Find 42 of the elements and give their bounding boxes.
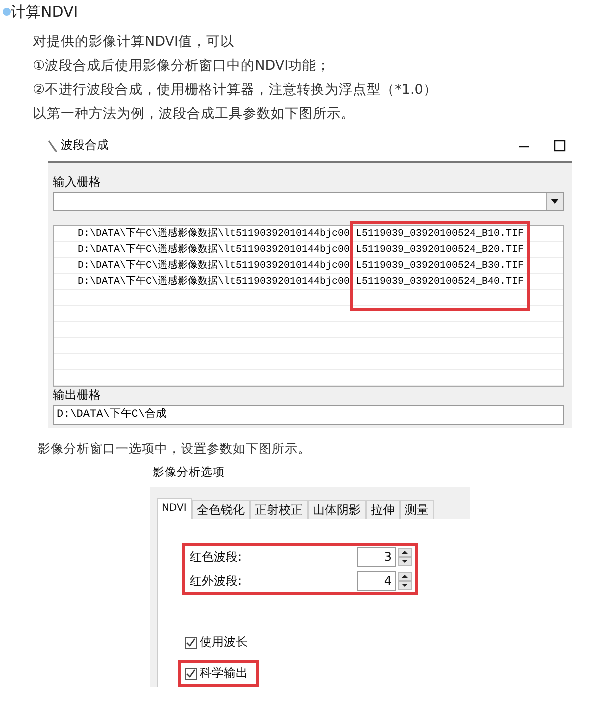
paragraph: 对提供的影像计算NDVI值，可以 [33,33,236,52]
checkbox-label: 科学输出 [200,665,248,682]
input-dropdown[interactable] [53,192,564,211]
tab[interactable]: 全色锐化 [192,500,250,519]
file-name-text: L5119039_03920100524_B10.TIF [355,228,526,242]
spinner-arrows-icon[interactable] [398,548,412,566]
maximize-icon[interactable] [554,140,566,152]
tab[interactable]: NDVI [157,498,192,519]
paragraph: ②不进行波段合成，使用栅格计算器，注意转换为浮点型（*1.0） [33,81,438,100]
bullet-icon [3,8,11,16]
pen-icon [48,138,58,152]
window-title: 波段合成 [61,137,110,154]
file-name-text: L5119039_03920100524_B40.TIF [355,276,526,290]
folder-path-text: D:\DATA\下午C\遥感影像数据\lt51190392010144bjc00 [78,275,350,290]
heading: 计算NDVI [11,2,78,22]
caret-icon [551,199,559,204]
number-field[interactable]: 4 [357,571,396,591]
output-field[interactable]: D:\DATA\下午C\合成 [53,405,564,425]
folder-path-text: D:\DATA\下午C\遥感影像数据\lt51190392010144bjc00 [78,227,350,242]
paragraph: 以第一种方法为例，波段合成工具参数如下图所示。 [33,105,356,124]
checkbox[interactable] [185,668,197,680]
field-label: 红色波段: [190,548,244,566]
folder-path-text: D:\DATA\下午C\遥感影像数据\lt51190392010144bjc00 [78,259,350,274]
checkbox-label: 使用波长 [200,634,248,651]
tab[interactable]: 正射校正 [250,500,308,519]
tab[interactable]: 拉伸 [366,500,400,519]
field-label: 输入栅格 [53,174,102,190]
tab[interactable]: 测量 [400,500,434,519]
file-name-text: L5119039_03920100524_B30.TIF [355,260,526,274]
checkbox[interactable] [185,636,197,648]
checkmark-icon [186,638,196,648]
paragraph: ①波段合成后使用影像分析窗口中的NDVI功能； [33,57,332,76]
paragraph: 影像分析窗口一选项中，设置参数如下图所示。 [38,440,312,458]
checkmark-icon [186,668,196,678]
field-label: 红外波段: [190,572,244,590]
folder-path-text: D:\DATA\下午C\遥感影像数据\lt51190392010144bjc00 [78,243,350,258]
file-name-text: L5119039_03920100524_B20.TIF [355,244,526,258]
field-label: 输出栅格 [53,387,102,403]
window-title: 影像分析选项 [152,464,226,481]
spinner-arrows-icon[interactable] [398,572,412,590]
number-field[interactable]: 3 [357,547,396,567]
tab[interactable]: 山体阴影 [308,500,366,519]
